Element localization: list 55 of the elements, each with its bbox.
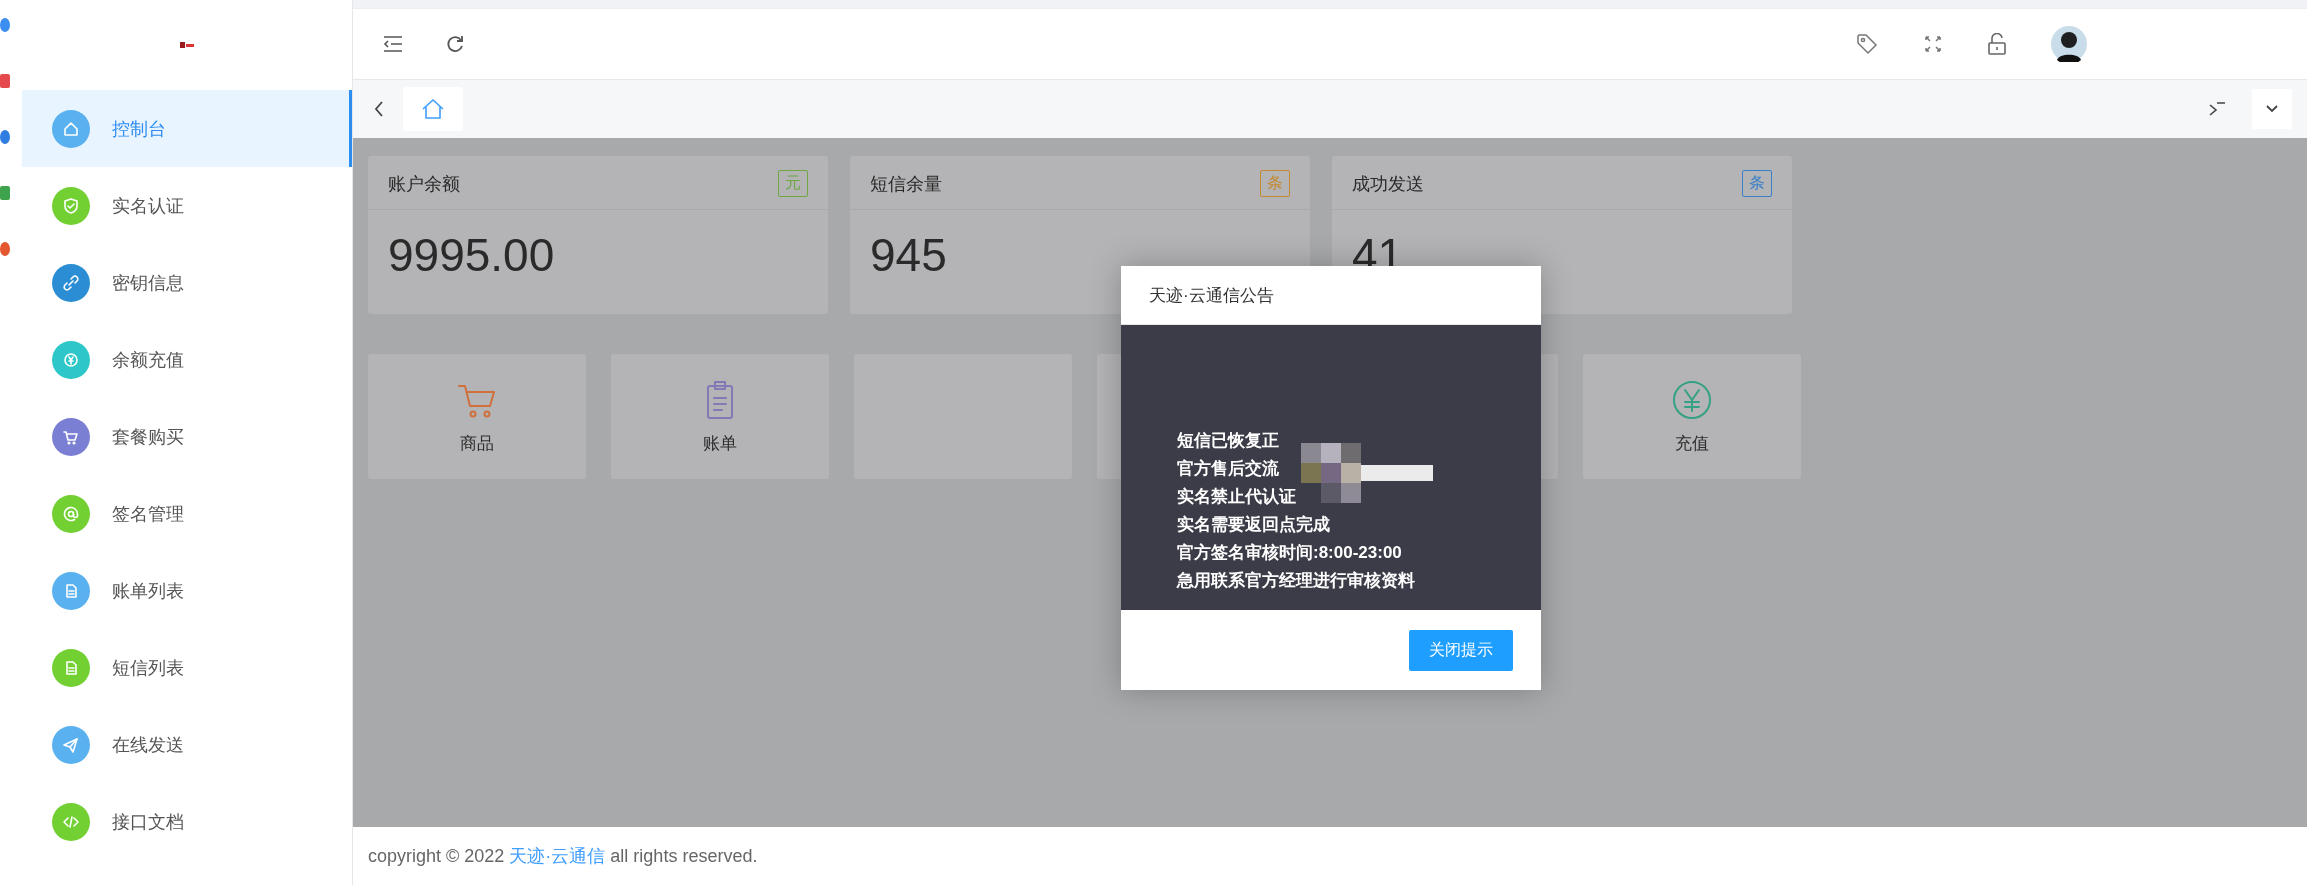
dialog-title: 天迹·云通信公告 xyxy=(1149,284,1274,307)
copyright-text: copyright © 2022 天迹·云通信 all rights reserved. xyxy=(368,845,758,868)
sidebar-item[interactable]: 账单列表 xyxy=(22,552,352,629)
app-icon[interactable] xyxy=(0,242,10,256)
menu-icon xyxy=(52,340,90,379)
refresh-icon[interactable] xyxy=(445,34,465,54)
sidebar-item[interactable]: 密钥信息 xyxy=(22,244,352,321)
avatar[interactable] xyxy=(2051,26,2087,62)
app-icon[interactable] xyxy=(0,74,10,88)
home-icon xyxy=(421,98,445,120)
home-tab[interactable] xyxy=(403,87,463,131)
stat-value: 945 xyxy=(870,228,947,282)
notice-line: 官方售后交流 xyxy=(1177,458,1279,480)
shortcut-tile[interactable]: 账单 xyxy=(611,354,829,479)
sidebar-item[interactable]: 套餐购买 xyxy=(22,398,352,475)
shortcut-tile[interactable]: 充值 xyxy=(1583,354,1801,479)
stat-title: 账户余额 xyxy=(388,172,460,196)
menu-icon xyxy=(52,494,90,533)
menu-icon xyxy=(52,263,90,302)
menu-icon xyxy=(52,417,90,456)
app-icon[interactable] xyxy=(0,186,10,200)
shortcut-tile[interactable]: 商品 xyxy=(368,354,586,479)
stat-title: 成功发送 xyxy=(1352,172,1424,196)
sidebar-item[interactable]: 余额充值 xyxy=(22,321,352,398)
stat-value: 9995.00 xyxy=(388,228,555,282)
menu-fold-icon[interactable] xyxy=(383,35,403,53)
stat-title: 短信余量 xyxy=(870,172,942,196)
close-tabs-icon[interactable] xyxy=(2208,101,2226,117)
menu-icon xyxy=(52,648,90,687)
notice-line: 官方签名审核时间:8:00-23:00 xyxy=(1177,542,1402,564)
app-icon[interactable] xyxy=(0,18,10,32)
menu-icon xyxy=(52,725,90,764)
lock-icon[interactable] xyxy=(1987,33,2007,55)
back-icon[interactable] xyxy=(373,100,385,118)
logo-icon xyxy=(180,42,194,48)
app-icon[interactable] xyxy=(0,130,10,144)
chevron-down-icon[interactable] xyxy=(2265,104,2279,114)
notice-line: 实名需要返回点完成 xyxy=(1177,514,1330,536)
notice-line: 短信已恢复正 xyxy=(1177,430,1279,452)
notice-line: 实名禁止代认证 xyxy=(1177,486,1296,508)
menu-icon xyxy=(52,802,90,841)
menu-icon xyxy=(52,571,90,610)
sidebar-item[interactable]: 在线发送 xyxy=(22,706,352,783)
sidebar-item[interactable]: 实名认证 xyxy=(22,167,352,244)
unit-tag: 元 xyxy=(778,170,808,197)
unit-tag: 条 xyxy=(1742,170,1772,197)
menu-icon xyxy=(52,186,90,225)
sidebar-item[interactable]: 短信列表 xyxy=(22,629,352,706)
unit-tag: 条 xyxy=(1260,170,1290,197)
menu-icon xyxy=(52,109,90,148)
sidebar-item[interactable]: 接口文档 xyxy=(22,783,352,860)
tag-icon[interactable] xyxy=(1855,32,1879,56)
notice-line: 急用联系官方经理进行审核资料 xyxy=(1177,570,1415,592)
sidebar-item[interactable]: 签名管理 xyxy=(22,475,352,552)
fullscreen-icon[interactable] xyxy=(1923,34,1943,54)
